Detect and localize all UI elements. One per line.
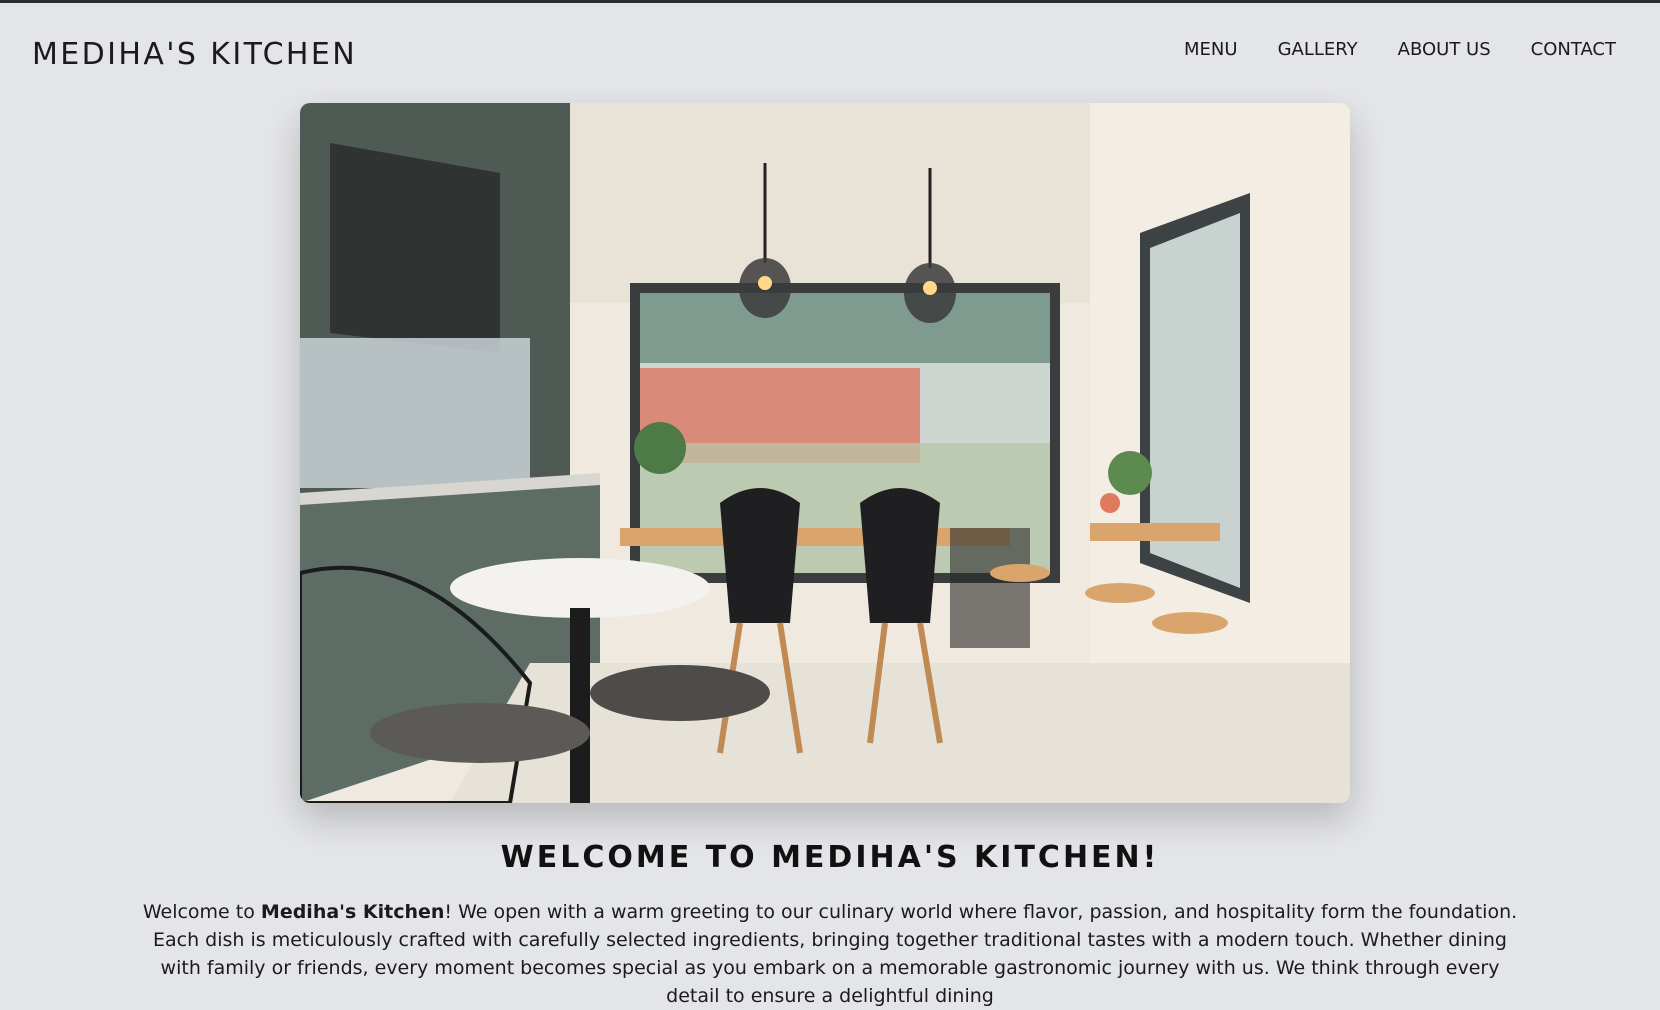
site-header: MEDIHA'S KITCHEN MENU GALLERY ABOUT US C…: [0, 3, 1660, 97]
welcome-intro-prefix: Welcome to: [142, 901, 261, 923]
site-logo-text[interactable]: MEDIHA'S KITCHEN: [32, 37, 357, 72]
nav-contact[interactable]: CONTACT: [1531, 39, 1616, 60]
welcome-heading: WELCOME TO MEDIHA'S KITCHEN!: [500, 840, 1160, 875]
restaurant-interior-illustration: [300, 103, 1350, 803]
nav-about-us[interactable]: ABOUT US: [1398, 39, 1491, 60]
welcome-paragraph: Welcome to Mediha's Kitchen! We open wit…: [140, 898, 1520, 1010]
nav-menu[interactable]: MENU: [1184, 39, 1238, 60]
main-nav: MENU GALLERY ABOUT US CONTACT: [1184, 39, 1616, 60]
nav-gallery[interactable]: GALLERY: [1278, 39, 1358, 60]
welcome-intro-brand: Mediha's Kitchen: [260, 901, 445, 923]
hero-image: [300, 103, 1350, 803]
